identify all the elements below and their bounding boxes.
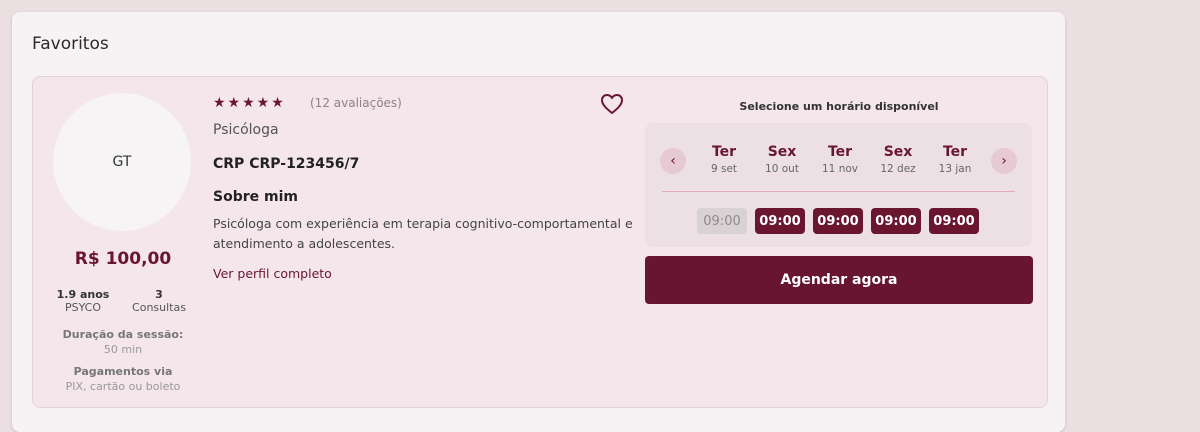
chevron-right-icon: › <box>1001 153 1007 169</box>
time-slot[interactable]: 09:00 <box>813 208 863 234</box>
professional-role: Psicóloga <box>213 122 279 138</box>
day-date: 13 jan <box>938 163 972 175</box>
payment-methods: Pagamentos via PIX, cartão ou boleto <box>33 365 213 393</box>
day-date: 12 dez <box>880 163 916 175</box>
day-name: Sex <box>883 144 913 160</box>
avatar-initials: GT <box>112 154 132 170</box>
about-title: Sobre mim <box>213 189 298 205</box>
payment-methods-value: PIX, cartão ou boleto <box>65 380 181 393</box>
day-name: Sex <box>767 144 797 160</box>
session-price: R$ 100,00 <box>74 249 172 269</box>
time-slot-unavailable: 09:00 <box>697 208 747 234</box>
day-name: Ter <box>942 144 968 160</box>
day-column[interactable]: Ter 13 jan <box>927 144 983 175</box>
stat-label: Consultas <box>132 301 186 314</box>
rating-stars: ★★★★★ <box>213 95 286 111</box>
book-now-button[interactable]: Agendar agora <box>645 256 1033 304</box>
stat-value: 3 <box>155 288 163 301</box>
day-date: 9 set <box>710 163 738 175</box>
time-slot[interactable]: 09:00 <box>755 208 805 234</box>
next-dates-button[interactable]: › <box>991 148 1017 174</box>
view-profile-link[interactable]: Ver perfil completo <box>213 266 332 281</box>
crp-number: CRP CRP-123456/7 <box>213 156 360 172</box>
day-name: Ter <box>827 144 853 160</box>
about-text: Psicóloga com experiência em terapia cog… <box>213 216 633 251</box>
chevron-left-icon: ‹ <box>670 153 676 169</box>
session-duration: Duração da sessão: 50 min <box>33 328 213 356</box>
day-date: 11 nov <box>822 163 858 175</box>
page-title: Favoritos <box>32 34 109 54</box>
session-duration-value: 50 min <box>103 343 143 356</box>
day-column[interactable]: Sex 10 out <box>754 144 810 175</box>
day-name: Ter <box>711 144 737 160</box>
review-count: (12 avaliações) <box>310 96 402 110</box>
stat-consultations: 3 Consultas <box>119 288 199 314</box>
schedule-box: ‹ › Ter 9 set Sex 10 out Ter 11 nov Sex … <box>645 123 1032 247</box>
day-column[interactable]: Ter 9 set <box>696 144 752 175</box>
stat-experience: 1.9 anos PSYCO <box>43 288 123 314</box>
stat-value: 1.9 anos <box>56 288 110 301</box>
payment-methods-label: Pagamentos via <box>73 365 173 378</box>
day-column[interactable]: Sex 12 dez <box>870 144 926 175</box>
session-duration-label: Duração da sessão: <box>62 328 184 341</box>
time-slot[interactable]: 09:00 <box>871 208 921 234</box>
stat-label: PSYCO <box>64 301 102 314</box>
day-column[interactable]: Ter 11 nov <box>812 144 868 175</box>
schedule-label: Selecione um horário disponível <box>739 100 939 113</box>
prev-dates-button[interactable]: ‹ <box>660 148 686 174</box>
schedule-divider <box>662 191 1015 192</box>
professional-card: GT R$ 100,00 1.9 anos PSYCO 3 Consultas … <box>32 76 1048 408</box>
favorite-heart-icon[interactable] <box>600 93 624 115</box>
avatar: GT <box>53 93 191 231</box>
day-date: 10 out <box>765 163 799 175</box>
favorites-panel: Favoritos GT R$ 100,00 1.9 anos PSYCO 3 … <box>12 12 1065 432</box>
time-slot[interactable]: 09:00 <box>929 208 979 234</box>
